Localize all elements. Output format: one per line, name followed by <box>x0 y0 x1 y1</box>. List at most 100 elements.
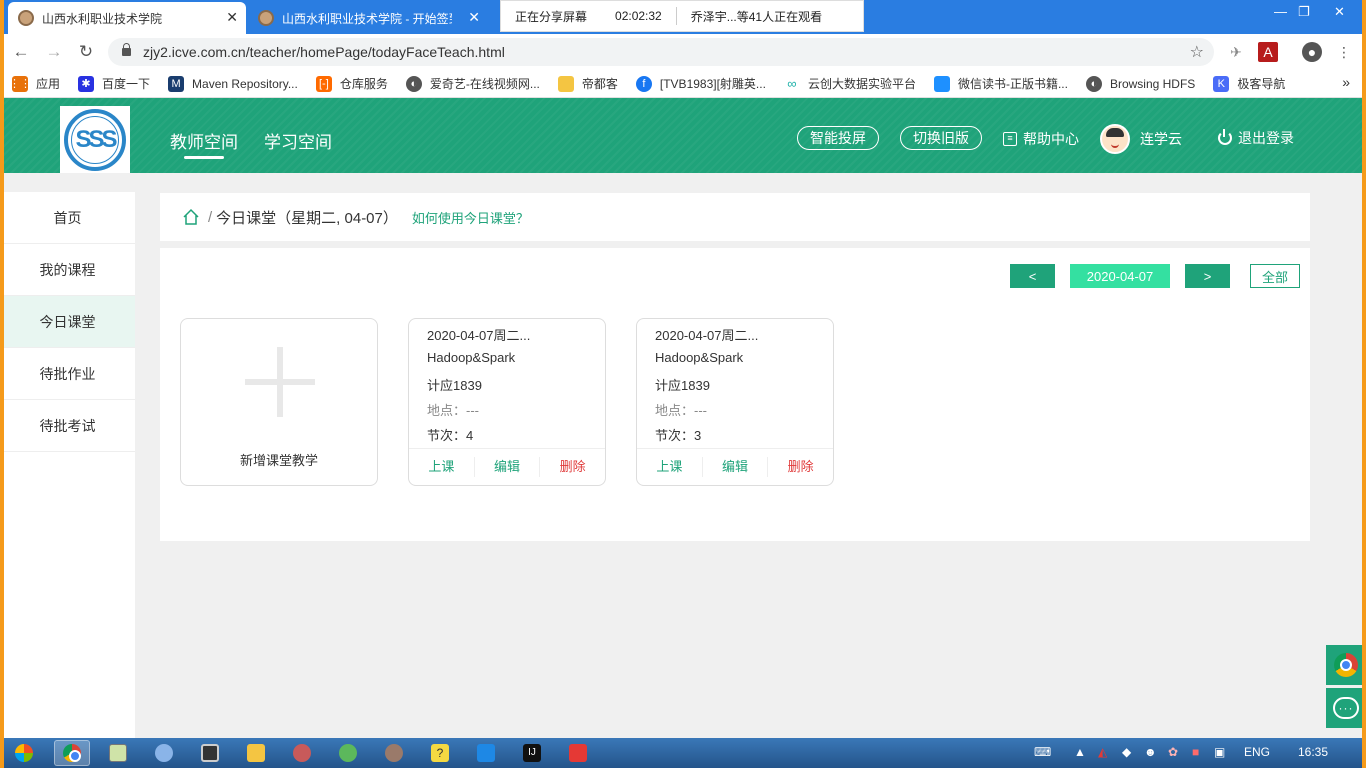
home-icon[interactable] <box>182 208 200 226</box>
tab-active[interactable]: 山西水利职业技术学院 ✕ <box>8 2 246 34</box>
bookmark-tvb[interactable]: f [TVB1983][射雕英... <box>635 75 766 92</box>
bookmark-maven[interactable]: M Maven Repository... <box>168 75 298 92</box>
switch-old-version-button[interactable]: 切换旧版 <box>900 126 982 150</box>
address-bar[interactable]: zjy2.icve.com.cn/teacher/homePage/todayF… <box>108 38 1214 66</box>
taskbar-explorer-icon[interactable] <box>238 740 274 766</box>
sidebar-item-my-courses[interactable]: 我的课程 <box>0 244 135 296</box>
bookmarks-overflow-icon[interactable]: » <box>1342 74 1350 90</box>
profile-icon[interactable]: ● <box>1302 42 1322 62</box>
taskbar-app-icon[interactable] <box>192 740 228 766</box>
sidebar-item-home[interactable]: 首页 <box>0 192 135 244</box>
bookmark-bigdata[interactable]: ∞ 云创大数据实验平台 <box>783 75 916 92</box>
taskbar-paint-icon[interactable] <box>146 740 182 766</box>
forward-arrow-icon[interactable]: → <box>43 41 65 63</box>
delete-class-button[interactable]: 删除 <box>768 457 833 477</box>
logout-label: 退出登录 <box>1238 130 1294 146</box>
page-title: 今日课堂（星期二, 04-07） <box>216 209 398 227</box>
taskbar-intellij-icon[interactable]: IJ <box>514 740 550 766</box>
add-class-label: 新增课堂教学 <box>239 453 318 468</box>
maven-icon: M <box>168 75 185 92</box>
bookmark-baidu[interactable]: ✱ 百度一下 <box>78 75 150 92</box>
user-name[interactable]: 连学云 <box>1140 129 1182 149</box>
language-indicator[interactable]: ENG <box>1244 745 1270 759</box>
chat-float-button[interactable]: ··· <box>1326 688 1366 728</box>
clock[interactable]: 16:35 <box>1298 745 1328 759</box>
tab-close-icon[interactable]: ✕ <box>468 10 480 24</box>
tray-app-icon[interactable]: ◆ <box>1122 745 1131 759</box>
edit-class-button[interactable]: 编辑 <box>703 456 769 477</box>
sidebar-item-pending-homework[interactable]: 待批作业 <box>0 348 135 400</box>
bookmark-folder[interactable]: 帝都客 <box>557 75 618 92</box>
nav-learning-space[interactable]: 学习空间 <box>264 128 332 153</box>
help-center-link[interactable]: ≡ 帮助中心 <box>1003 129 1079 149</box>
taskbar-help-icon[interactable]: ? <box>422 740 458 766</box>
logout-button[interactable]: 退出登录 <box>1218 128 1294 148</box>
tab-inactive[interactable]: 山西水利职业技术学院 - 开始签到 ✕ <box>248 2 488 34</box>
restore-icon[interactable]: ❐ <box>1298 4 1310 20</box>
help-how-to-link[interactable]: 如何使用今日课堂？ <box>412 208 529 227</box>
tray-app-icon[interactable]: ✿ <box>1168 745 1178 759</box>
chrome-float-button[interactable] <box>1326 645 1366 685</box>
taskbar-dingtalk-icon[interactable] <box>468 740 504 766</box>
bookmark-weread[interactable]: 微信读书-正版书籍... <box>933 75 1068 92</box>
avatar[interactable] <box>1100 124 1130 154</box>
taskbar-360-icon[interactable] <box>330 740 366 766</box>
add-class-card[interactable]: 新增课堂教学 <box>180 318 378 486</box>
start-menu-icon[interactable] <box>6 740 42 766</box>
pdf-extension-icon[interactable]: A <box>1258 42 1278 62</box>
start-class-button[interactable]: 上课 <box>409 456 475 477</box>
current-date-button[interactable]: 2020-04-07 <box>1070 264 1170 288</box>
tray-app-icon[interactable]: ◭ <box>1098 745 1107 759</box>
start-class-button[interactable]: 上课 <box>637 456 703 477</box>
reload-icon[interactable]: ↻ <box>75 41 97 63</box>
class-actions: 上课 编辑 删除 <box>409 448 605 484</box>
tray-expand-icon[interactable]: ▲ <box>1074 745 1086 759</box>
delete-class-button[interactable]: 删除 <box>540 457 605 477</box>
apps-grid-icon: ⋮⋮ <box>9 75 31 92</box>
school-logo[interactable]: SSS <box>60 106 130 173</box>
prev-day-button[interactable]: < <box>1010 264 1055 288</box>
tray-app-icon[interactable]: ■ <box>1192 745 1199 759</box>
sidebar-item-today-class[interactable]: 今日课堂 <box>0 296 135 348</box>
baidu-paw-icon: ✱ <box>78 75 95 92</box>
sidebar: 首页 我的课程 今日课堂 待批作业 待批考试 <box>0 192 135 738</box>
folder-icon <box>557 75 574 92</box>
window-close-icon[interactable]: ✕ <box>1334 4 1345 20</box>
taskbar-media-icon[interactable] <box>284 740 320 766</box>
next-day-button[interactable]: > <box>1185 264 1230 288</box>
bookmark-iqiyi[interactable]: ◐ 爱奇艺-在线视频网... <box>405 75 540 92</box>
minimize-icon[interactable]: — <box>1274 4 1287 19</box>
bookmark-geek[interactable]: K 极客导航 <box>1213 75 1285 92</box>
power-icon <box>1218 129 1232 145</box>
tab-close-icon[interactable]: ✕ <box>226 10 238 24</box>
bookmark-label: [TVB1983][射雕英... <box>659 77 766 91</box>
screen-share-bar: 正在分享屏幕 02:02:32 乔泽宇...等41人正在观看 <box>500 0 864 32</box>
taskbar-user-icon[interactable] <box>376 740 412 766</box>
bookmark-hdfs[interactable]: ◐ Browsing HDFS <box>1085 75 1195 92</box>
bookmark-repo[interactable]: [-] 仓库服务 <box>315 75 388 92</box>
show-all-button[interactable]: 全部 <box>1250 264 1300 288</box>
smart-cast-button[interactable]: 智能投屏 <box>797 126 879 150</box>
bookmark-label: 帝都客 <box>581 77 618 91</box>
class-date: 2020-04-07周二... <box>655 328 759 343</box>
taskbar-chrome-icon[interactable] <box>54 740 90 766</box>
geek-k-icon: K <box>1213 75 1230 92</box>
edit-class-button[interactable]: 编辑 <box>475 456 541 477</box>
bookmarks-bar: ⋮⋮ 应用 ✱ 百度一下 M Maven Repository... [-] 仓库服务 … <box>0 70 1366 98</box>
taskbar-notepad-icon[interactable] <box>100 740 136 766</box>
bookmark-star-icon[interactable]: ☆ <box>1190 42 1204 62</box>
extension-bird-icon[interactable]: ✈ <box>1226 42 1246 62</box>
menu-kebab-icon[interactable]: ⋮ <box>1334 42 1354 62</box>
taskbar-red-app-icon[interactable] <box>560 740 596 766</box>
chat-bubble-icon: ··· <box>1333 697 1359 719</box>
nav-teacher-space[interactable]: 教师空间 <box>170 128 238 159</box>
aliyun-icon: [-] <box>315 75 332 92</box>
bookmark-apps[interactable]: ⋮⋮ 应用 <box>9 75 60 92</box>
keyboard-icon[interactable]: ⌨ <box>1034 745 1051 759</box>
qq-icon[interactable]: ☻ <box>1144 745 1157 759</box>
globe-icon: ◐ <box>1085 75 1102 92</box>
site-favicon-icon <box>258 10 274 26</box>
network-icon[interactable]: ▣ <box>1214 745 1225 759</box>
back-arrow-icon[interactable]: ← <box>10 41 32 63</box>
sidebar-item-pending-exams[interactable]: 待批考试 <box>0 400 135 452</box>
